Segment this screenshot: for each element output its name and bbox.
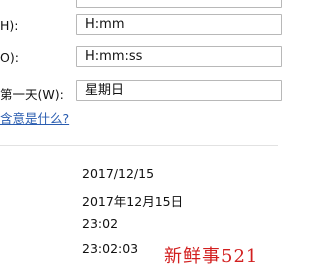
short-time-example: 23:02 bbox=[82, 216, 119, 231]
long-time-example: 23:02:03 bbox=[82, 241, 139, 256]
first-day-of-week-label: 第一天(W): bbox=[0, 87, 64, 102]
long-time-label: O): bbox=[0, 50, 19, 65]
format-combobox-above[interactable] bbox=[76, 0, 282, 8]
short-date-example: 2017/12/15 bbox=[82, 166, 155, 181]
notation-help-link[interactable]: 含意是什么? bbox=[0, 108, 69, 127]
short-time-value: H:mm bbox=[85, 17, 125, 32]
long-time-combobox[interactable]: H:mm:ss bbox=[76, 46, 282, 67]
first-day-of-week-combobox[interactable]: 星期日 bbox=[76, 80, 282, 101]
short-time-combobox[interactable]: H:mm bbox=[76, 14, 282, 35]
long-date-example: 2017年12月15日 bbox=[82, 194, 184, 209]
first-day-of-week-value: 星期日 bbox=[85, 83, 125, 98]
long-time-value: H:mm:ss bbox=[85, 49, 143, 64]
short-time-label: H): bbox=[0, 18, 19, 33]
section-divider bbox=[0, 145, 278, 146]
watermark: 新鲜事521 bbox=[164, 246, 259, 267]
